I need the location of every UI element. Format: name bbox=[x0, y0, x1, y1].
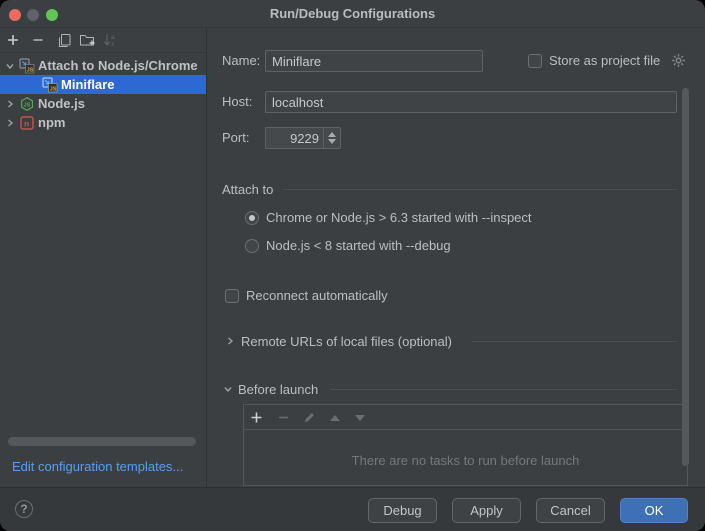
attach-nodejs-chrome-icon: JS bbox=[42, 77, 58, 93]
move-task-up-icon[interactable] bbox=[328, 411, 341, 424]
attach-nodejs-chrome-icon: JS bbox=[19, 58, 35, 74]
chevron-right-icon[interactable] bbox=[5, 118, 15, 128]
content-vertical-scrollbar[interactable] bbox=[682, 88, 689, 466]
store-as-project-file-label: Store as project file bbox=[549, 53, 660, 69]
gear-icon[interactable] bbox=[671, 53, 686, 71]
before-launch-toolbar bbox=[244, 405, 687, 430]
nodejs-icon: JS bbox=[19, 96, 35, 112]
port-label: Port: bbox=[222, 130, 249, 146]
tree-item-miniflare[interactable]: JS Miniflare bbox=[0, 75, 206, 94]
reconnect-automatically-label: Reconnect automatically bbox=[246, 288, 388, 304]
radio-nodejs-debug[interactable] bbox=[245, 239, 259, 253]
dialog-title: Run/Debug Configurations bbox=[0, 0, 705, 28]
radio-chrome-inspect-label: Chrome or Node.js > 6.3 started with --i… bbox=[266, 210, 532, 226]
port-input[interactable] bbox=[266, 128, 323, 148]
before-launch-section-label[interactable]: Before launch bbox=[238, 382, 318, 398]
new-folder-icon[interactable] bbox=[79, 32, 95, 48]
cancel-button[interactable]: Cancel bbox=[536, 498, 605, 523]
svg-text:z: z bbox=[111, 41, 114, 48]
radio-chrome-inspect[interactable] bbox=[245, 211, 259, 225]
no-tasks-message: There are no tasks to run before launch bbox=[244, 453, 687, 468]
add-configuration-icon[interactable] bbox=[5, 32, 21, 48]
section-divider bbox=[330, 389, 677, 390]
sort-configurations-icon[interactable]: az bbox=[102, 32, 118, 48]
title-bar: Run/Debug Configurations bbox=[0, 0, 705, 28]
section-divider bbox=[283, 189, 677, 190]
svg-text:a: a bbox=[111, 34, 115, 41]
remove-task-icon[interactable] bbox=[277, 411, 290, 424]
tree-item-label: Attach to Node.js/Chrome bbox=[38, 58, 198, 73]
section-divider bbox=[472, 341, 677, 342]
npm-icon: n bbox=[19, 115, 35, 131]
svg-text:n: n bbox=[24, 118, 29, 128]
add-task-icon[interactable] bbox=[250, 411, 263, 424]
port-stepper[interactable] bbox=[323, 128, 340, 148]
tree-item-nodejs[interactable]: JS Node.js bbox=[0, 94, 206, 113]
chevron-right-icon[interactable] bbox=[225, 336, 235, 346]
svg-text:JS: JS bbox=[50, 86, 57, 92]
tree-item-npm[interactable]: n npm bbox=[0, 113, 206, 132]
svg-text:JS: JS bbox=[24, 102, 31, 108]
configuration-form: Name: Store as project file Host: Port: … bbox=[208, 28, 705, 487]
tree-item-label: Node.js bbox=[38, 96, 85, 111]
remote-urls-section-label[interactable]: Remote URLs of local files (optional) bbox=[241, 334, 452, 350]
tree-item-attach-to-nodejs-chrome[interactable]: JS Attach to Node.js/Chrome bbox=[0, 56, 206, 75]
ok-button[interactable]: OK bbox=[620, 498, 688, 523]
help-button[interactable]: ? bbox=[15, 500, 33, 518]
move-task-down-icon[interactable] bbox=[353, 411, 366, 424]
host-input[interactable] bbox=[265, 91, 677, 113]
tree-item-label: npm bbox=[38, 115, 65, 130]
debug-button[interactable]: Debug bbox=[368, 498, 437, 523]
reconnect-automatically-checkbox[interactable] bbox=[225, 289, 239, 303]
store-as-project-file-checkbox[interactable] bbox=[528, 54, 542, 68]
port-field bbox=[265, 127, 341, 149]
radio-nodejs-debug-label: Node.js < 8 started with --debug bbox=[266, 238, 451, 254]
stepper-down-icon[interactable] bbox=[328, 139, 336, 144]
before-launch-tasks-panel: There are no tasks to run before launch bbox=[243, 404, 688, 486]
copy-configuration-icon[interactable] bbox=[56, 32, 72, 48]
stepper-up-icon[interactable] bbox=[328, 132, 336, 137]
configurations-sidebar: az JS Attach to Node.js/Chrome JS Minifl… bbox=[0, 28, 207, 487]
configurations-tree: JS Attach to Node.js/Chrome JS Miniflare… bbox=[0, 56, 206, 132]
sidebar-toolbar: az bbox=[0, 28, 206, 53]
sidebar-horizontal-scrollbar[interactable] bbox=[8, 437, 196, 446]
name-label: Name: bbox=[222, 53, 260, 69]
tree-item-label: Miniflare bbox=[61, 77, 114, 92]
dialog-footer: ? Debug Apply Cancel OK bbox=[0, 487, 705, 531]
host-label: Host: bbox=[222, 94, 252, 110]
chevron-down-icon[interactable] bbox=[5, 61, 15, 71]
svg-text:JS: JS bbox=[27, 67, 34, 73]
run-debug-configurations-dialog: Run/Debug Configurations az bbox=[0, 0, 705, 531]
edit-configuration-templates-link[interactable]: Edit configuration templates... bbox=[12, 459, 183, 474]
remove-configuration-icon[interactable] bbox=[30, 32, 46, 48]
chevron-right-icon[interactable] bbox=[5, 99, 15, 109]
attach-to-section-label: Attach to bbox=[222, 182, 273, 198]
name-input[interactable] bbox=[265, 50, 483, 72]
edit-task-icon[interactable] bbox=[303, 411, 316, 424]
chevron-down-icon[interactable] bbox=[223, 384, 233, 394]
apply-button[interactable]: Apply bbox=[452, 498, 521, 523]
